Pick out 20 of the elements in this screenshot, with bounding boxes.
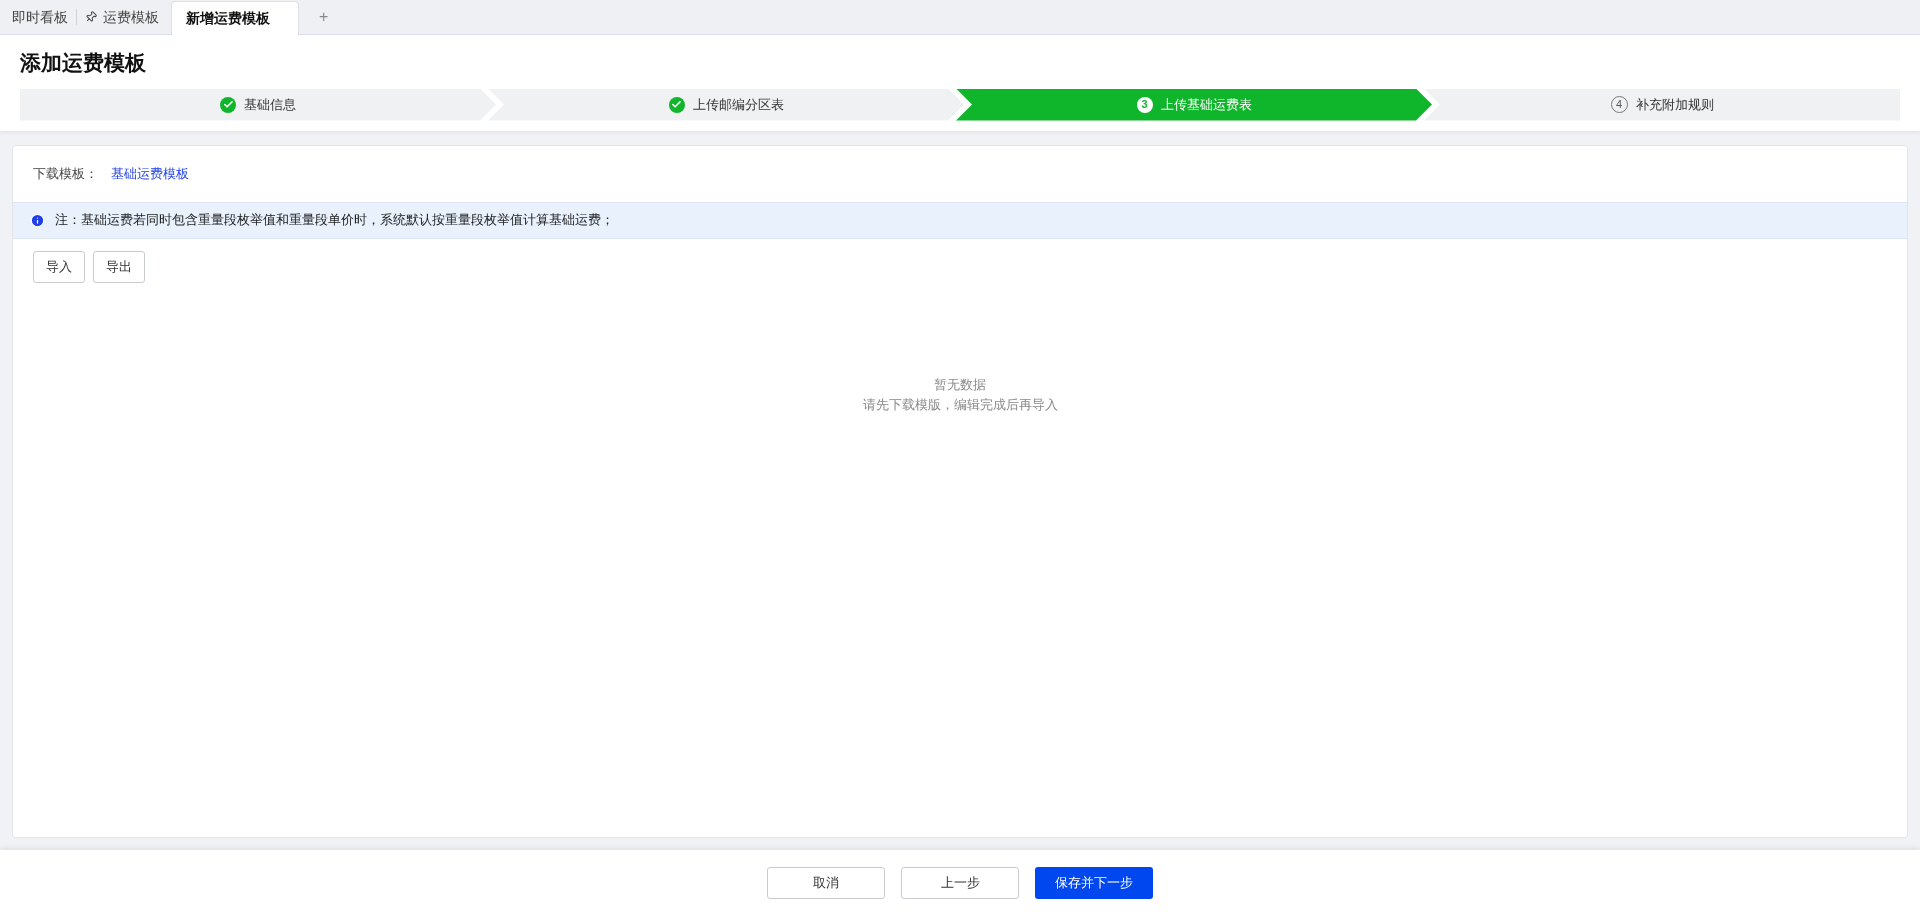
tab[interactable]: 即时看板 (4, 0, 76, 34)
footer-button[interactable]: 上一步 (901, 867, 1019, 899)
footer-button[interactable]: 保存并下一步 (1035, 867, 1153, 899)
footer-button[interactable]: 取消 (767, 867, 885, 899)
info-icon (30, 212, 45, 228)
page-title: 添加运费模板 (20, 50, 147, 76)
template-link[interactable]: 基础运费模板 (111, 163, 189, 184)
step-number: 3 (1136, 96, 1153, 113)
download-label: 下载模板： (33, 164, 99, 183)
step: 基础信息 (20, 88, 496, 121)
step: 4 补充附加规则 (1424, 88, 1900, 121)
action-button[interactable]: 导出 (93, 250, 145, 283)
step: 上传邮编分区表 (488, 88, 964, 121)
tab[interactable]: 运费模板 (77, 0, 167, 34)
action-button[interactable]: 导入 (33, 250, 85, 283)
tab[interactable]: 新增运费模板 (171, 0, 299, 36)
notice-text: 注：基础运费若同时包含重量段枚举值和重量段单价时，系统默认按重量段枚举值计算基础运费； (55, 211, 614, 230)
step: 3 上传基础运费表 (956, 88, 1432, 121)
empty-hint: 请先下载模版，编辑完成后再导入 (862, 395, 1058, 414)
empty-title: 暂无数据 (934, 375, 986, 394)
